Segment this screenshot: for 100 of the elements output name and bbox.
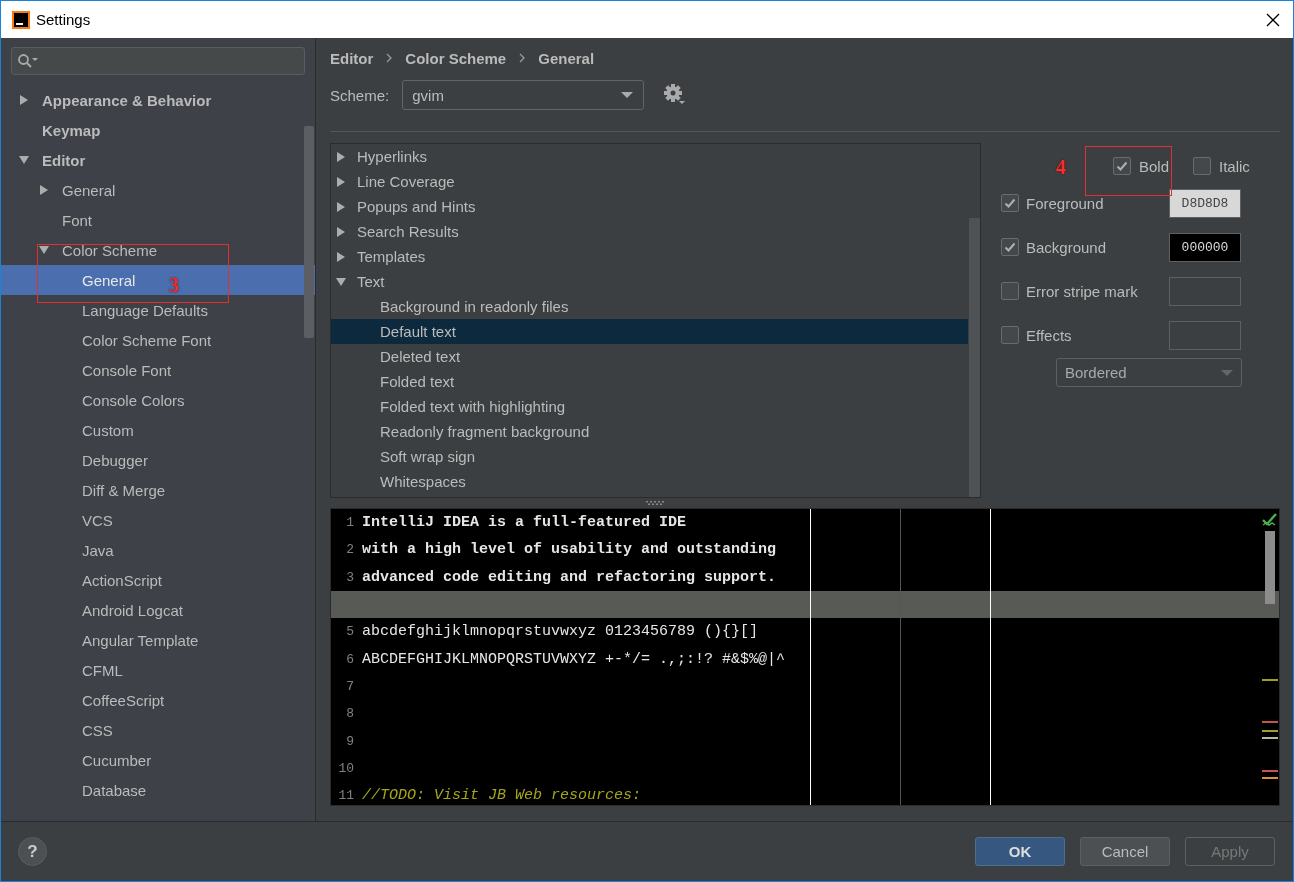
- sidebar-item[interactable]: Console Colors: [1, 385, 315, 415]
- expand-arrow-icon[interactable]: [335, 250, 347, 263]
- checkbox[interactable]: [1193, 157, 1212, 175]
- code-line: abcdefghijklmnopqrstuvwxyz 0123456789 (){}[]: [362, 623, 759, 641]
- attribute-item[interactable]: Readonly fragment background: [331, 419, 968, 444]
- dialog-button[interactable]: OK: [975, 837, 1065, 866]
- checkbox[interactable]: [1001, 194, 1019, 212]
- expand-arrow-icon[interactable]: [38, 184, 50, 196]
- sidebar-item[interactable]: Debugger: [1, 445, 315, 475]
- sidebar-item[interactable]: Language Defaults: [1, 295, 315, 325]
- code-line: with a high level of usability and outstanding: [362, 541, 777, 559]
- effect-dropdown[interactable]: Bordered: [1056, 358, 1242, 387]
- breadcrumb-link[interactable]: Editor: [330, 49, 374, 67]
- color-swatch[interactable]: D8D8D8: [1169, 188, 1241, 218]
- checkmark-icon: [1004, 197, 1016, 209]
- collapse-arrow-icon[interactable]: [335, 275, 347, 288]
- breadcrumb-link[interactable]: General: [538, 49, 595, 67]
- option-label: Italic: [1219, 157, 1250, 175]
- option-label: Background: [1026, 238, 1108, 256]
- line-number: 5: [346, 624, 354, 640]
- attribute-item[interactable]: Templates: [331, 244, 968, 269]
- sidebar-item[interactable]: Java: [1, 535, 315, 565]
- sidebar-item[interactable]: General: [1, 175, 315, 205]
- option-label: Bold: [1139, 157, 1170, 175]
- expand-arrow-icon[interactable]: [335, 175, 347, 188]
- dropdown-arrow-icon: [621, 91, 634, 99]
- collapse-arrow-icon[interactable]: [38, 244, 50, 256]
- code-line: //TODO: Visit JB Web resources:: [362, 787, 642, 805]
- attribute-item[interactable]: Text: [331, 269, 968, 294]
- color-swatch[interactable]: [1169, 276, 1241, 306]
- line-number: 7: [346, 678, 354, 694]
- code-line: ABCDEFGHIJKLMNOPQRSTUVWXYZ +-*/= .,;:!? #&$%@|^: [362, 650, 786, 668]
- line-number: 10: [338, 760, 354, 776]
- code-line: IntelliJ IDEA is a full-featured IDE: [362, 514, 687, 532]
- option-label: Effects: [1026, 326, 1073, 344]
- attribute-item[interactable]: Soft wrap sign: [331, 444, 968, 469]
- sidebar-item[interactable]: Color Scheme: [1, 235, 315, 265]
- attribute-item[interactable]: Search Results: [331, 219, 968, 244]
- color-swatch[interactable]: [1169, 320, 1241, 350]
- checkbox[interactable]: [1001, 326, 1019, 344]
- attribute-item[interactable]: Line Coverage: [331, 169, 968, 194]
- splitter-grip-icon[interactable]: [645, 501, 666, 505]
- color-swatch[interactable]: 000000: [1169, 232, 1241, 262]
- collapse-arrow-icon[interactable]: [18, 154, 30, 166]
- checkbox[interactable]: [1113, 157, 1131, 175]
- checkbox[interactable]: [1001, 238, 1019, 256]
- chevron-icon: [385, 52, 394, 64]
- scheme-label: Scheme:: [330, 86, 390, 104]
- chevron-icon: [518, 52, 527, 64]
- line-number: 9: [346, 733, 354, 749]
- checkbox[interactable]: [1001, 282, 1019, 300]
- scheme-dropdown[interactable]: gvim: [402, 80, 645, 110]
- sidebar-item[interactable]: Appearance & Behavior: [1, 85, 315, 115]
- sidebar-item[interactable]: Diff & Merge: [1, 475, 315, 505]
- sidebar-item[interactable]: Custom: [1, 415, 315, 445]
- attribute-item[interactable]: Deleted text: [331, 344, 968, 369]
- settings-icon[interactable]: [664, 84, 687, 106]
- sidebar-item[interactable]: ActionScript: [1, 565, 315, 595]
- sidebar-item[interactable]: Keymap: [1, 115, 315, 145]
- check-icon: [1262, 513, 1278, 527]
- breadcrumb-link[interactable]: Color Scheme: [405, 49, 507, 67]
- sidebar-item[interactable]: Android Logcat: [1, 595, 315, 625]
- attribute-item[interactable]: Whitespaces: [331, 469, 968, 494]
- sidebar-item[interactable]: Angular Template: [1, 625, 315, 655]
- sidebar-item[interactable]: Font: [1, 205, 315, 235]
- sidebar-item[interactable]: Color Scheme Font: [1, 325, 315, 355]
- help-button[interactable]: ?: [18, 837, 47, 866]
- scrollbar[interactable]: [1265, 531, 1275, 604]
- attribute-item[interactable]: Hyperlinks: [331, 144, 968, 169]
- attribute-item[interactable]: Default text: [331, 319, 968, 344]
- line-number: 2: [346, 542, 354, 558]
- expand-arrow-icon[interactable]: [335, 225, 347, 238]
- app-logo-icon: [12, 10, 30, 29]
- attribute-item[interactable]: Folded text with highlighting: [331, 394, 968, 419]
- expand-arrow-icon[interactable]: [335, 150, 347, 163]
- sidebar-item[interactable]: VCS: [1, 505, 315, 535]
- search-field[interactable]: [11, 47, 305, 75]
- annotation-number: 3: [169, 275, 179, 295]
- scrollbar[interactable]: [304, 126, 314, 338]
- scrollbar[interactable]: [969, 218, 980, 497]
- search-icon: [17, 53, 39, 69]
- expand-arrow-icon[interactable]: [335, 200, 347, 213]
- sidebar-item[interactable]: Console Font: [1, 355, 315, 385]
- window-title: Settings: [36, 11, 92, 28]
- line-number: 1: [346, 515, 354, 531]
- sidebar-item[interactable]: Cucumber: [1, 745, 315, 775]
- sidebar-item[interactable]: CoffeeScript: [1, 685, 315, 715]
- sidebar-item[interactable]: CSS: [1, 715, 315, 745]
- attribute-item[interactable]: Background in readonly files: [331, 294, 968, 319]
- sidebar-item[interactable]: Database: [1, 775, 315, 805]
- sidebar-item[interactable]: Editor: [1, 145, 315, 175]
- line-number: 3: [346, 569, 354, 585]
- close-icon[interactable]: [1265, 11, 1281, 28]
- dropdown-arrow-icon: [1221, 368, 1233, 377]
- attribute-item[interactable]: Popups and Hints: [331, 194, 968, 219]
- attribute-item[interactable]: Folded text: [331, 369, 968, 394]
- expand-arrow-icon[interactable]: [18, 94, 30, 106]
- sidebar-item[interactable]: CFML: [1, 655, 315, 685]
- dialog-button[interactable]: Cancel: [1080, 837, 1170, 866]
- line-number: 6: [346, 651, 354, 667]
